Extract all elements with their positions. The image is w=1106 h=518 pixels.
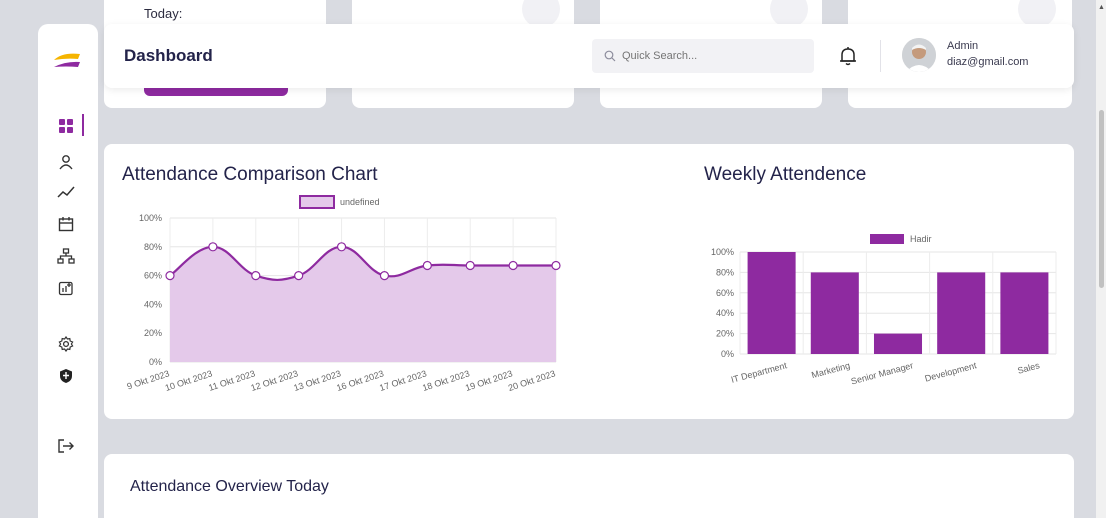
data-point bbox=[508, 260, 518, 271]
chart-add-icon bbox=[58, 281, 73, 296]
y-tick-label: 80% bbox=[716, 267, 734, 277]
x-tick-label: IT Department bbox=[730, 360, 788, 385]
y-tick-label: 80% bbox=[144, 242, 162, 252]
sidebar-item-logout[interactable] bbox=[52, 432, 80, 460]
x-tick-label: Marketing bbox=[810, 360, 851, 380]
data-point bbox=[294, 270, 304, 281]
attendance-comparison-chart: undefined 0% 20% 40% 60% 80% 100% 9 Okt 202310 … bbox=[126, 195, 561, 393]
page-title: Dashboard bbox=[124, 46, 213, 65]
user-role: Admin bbox=[947, 40, 979, 52]
gear-icon bbox=[58, 336, 74, 352]
grid-icon bbox=[59, 119, 73, 133]
data-point bbox=[379, 270, 390, 281]
weekly-chart-title: Weekly Attendence bbox=[704, 164, 867, 185]
avatar[interactable] bbox=[902, 38, 936, 72]
x-tick-label: Sales bbox=[1016, 360, 1041, 376]
top-header: Dashboard Admin diaz@gmail.com bbox=[104, 24, 1074, 88]
scroll-up-arrow[interactable]: ▲ bbox=[1098, 4, 1105, 11]
area-fill bbox=[170, 246, 556, 362]
today-label: Today: bbox=[144, 6, 183, 21]
user-icon bbox=[59, 155, 73, 170]
sidebar-item-dashboard[interactable] bbox=[52, 112, 80, 140]
sidebar-item-organization[interactable] bbox=[52, 242, 80, 270]
header-divider bbox=[880, 40, 881, 72]
x-tick-label: 12 Okt 2023 bbox=[250, 368, 300, 393]
app-logo[interactable] bbox=[48, 50, 88, 72]
legend-label: Hadir bbox=[910, 234, 932, 244]
data-point bbox=[165, 270, 175, 281]
sidebar-item-security[interactable] bbox=[52, 362, 80, 390]
data-point bbox=[422, 260, 432, 271]
data-point bbox=[208, 242, 218, 252]
data-point bbox=[336, 242, 347, 252]
notification-button[interactable] bbox=[836, 44, 860, 68]
bar bbox=[1000, 272, 1049, 354]
y-tick-label: 0% bbox=[721, 349, 734, 359]
bar bbox=[747, 252, 796, 354]
sidebar-item-settings[interactable] bbox=[52, 330, 80, 358]
user-photo bbox=[902, 38, 936, 72]
x-tick-label: 18 Okt 2023 bbox=[421, 368, 471, 393]
search-input[interactable] bbox=[622, 50, 792, 62]
y-tick-label: 40% bbox=[144, 299, 162, 309]
overview-title: Attendance Overview Today bbox=[130, 478, 329, 495]
overview-card: Attendance Overview Today bbox=[104, 454, 1074, 518]
bar bbox=[937, 272, 986, 354]
sidebar-item-reports[interactable] bbox=[52, 274, 80, 302]
active-indicator bbox=[82, 114, 84, 136]
bar bbox=[873, 333, 923, 354]
x-tick-label: 17 Okt 2023 bbox=[378, 368, 428, 393]
sidebar bbox=[38, 24, 98, 518]
x-tick-label: 13 Okt 2023 bbox=[292, 368, 342, 393]
legend-label: undefined bbox=[340, 197, 380, 207]
y-tick-label: 100% bbox=[711, 247, 734, 257]
x-tick-label: 11 Okt 2023 bbox=[207, 368, 256, 392]
logout-icon bbox=[58, 439, 74, 453]
hierarchy-icon bbox=[57, 248, 75, 264]
y-tick-label: 40% bbox=[716, 308, 734, 318]
y-tick-label: 20% bbox=[144, 328, 162, 338]
x-tick-label: 20 Okt 2023 bbox=[507, 368, 557, 393]
search-icon bbox=[604, 50, 616, 62]
data-point bbox=[465, 260, 475, 271]
user-email: diaz@gmail.com bbox=[947, 56, 1029, 68]
legend-swatch bbox=[299, 195, 335, 209]
weekly-attendance-chart: Hadir 0% 20% 40% 60% 80% 100% IT Department Mark… bbox=[711, 234, 1057, 387]
y-tick-label: 60% bbox=[144, 271, 162, 281]
scrollbar-thumb[interactable] bbox=[1099, 110, 1104, 288]
data-point bbox=[551, 260, 561, 271]
bell-icon bbox=[840, 47, 856, 66]
bar bbox=[810, 272, 859, 354]
x-tick-label: 16 Okt 2023 bbox=[335, 368, 385, 393]
attendance-chart-title: Attendance Comparison Chart bbox=[122, 164, 378, 185]
y-tick-label: 0% bbox=[149, 357, 162, 367]
x-tick-label: Development bbox=[924, 360, 978, 384]
shield-icon bbox=[60, 369, 72, 383]
x-tick-label: Senior Manager bbox=[850, 360, 914, 386]
x-tick-label: 19 Okt 2023 bbox=[464, 368, 514, 393]
x-tick-label: 10 Okt 2023 bbox=[164, 368, 214, 393]
calendar-icon bbox=[58, 217, 74, 232]
legend-swatch bbox=[870, 234, 904, 244]
data-point bbox=[251, 270, 261, 281]
sidebar-item-calendar[interactable] bbox=[52, 210, 80, 238]
y-tick-label: 100% bbox=[139, 213, 162, 223]
y-tick-label: 60% bbox=[716, 288, 734, 298]
y-tick-label: 20% bbox=[716, 329, 734, 339]
x-tick-label: 9 Okt 2023 bbox=[126, 368, 171, 391]
sidebar-item-analytics[interactable] bbox=[52, 178, 80, 206]
search-box[interactable] bbox=[592, 39, 814, 73]
sidebar-item-users[interactable] bbox=[52, 148, 80, 176]
trend-icon bbox=[57, 186, 75, 198]
charts-card: Attendance Comparison Chart Weekly Atten… bbox=[104, 144, 1074, 419]
